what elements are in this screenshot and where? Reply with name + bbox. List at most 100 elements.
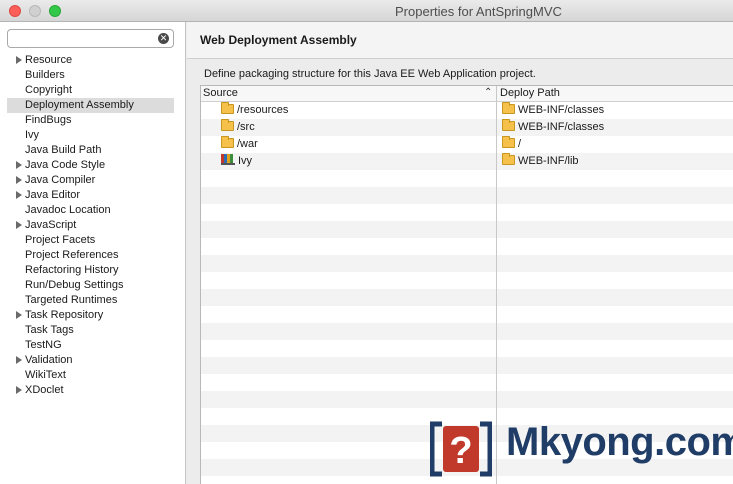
tree-item-label: Run/Debug Settings: [25, 279, 124, 291]
folder-icon: [502, 102, 515, 114]
source-cell: /resources: [221, 102, 288, 119]
table-row: [201, 187, 733, 204]
table-row: [201, 221, 733, 238]
source-text: /war: [237, 138, 258, 150]
deploy-path-text: WEB-INF/classes: [518, 104, 605, 116]
tree-item[interactable]: Task Repository: [0, 308, 185, 323]
source-text: /resources: [237, 104, 289, 116]
tree-item-label: Java Build Path: [25, 144, 102, 156]
folder-icon: [221, 102, 234, 114]
tree-item-label: Resource: [25, 54, 73, 66]
tree-item[interactable]: Javadoc Location: [0, 203, 185, 218]
tree-item[interactable]: XDoclet: [0, 383, 185, 398]
tree-item-label: Project References: [25, 249, 119, 261]
tree-item[interactable]: Validation: [0, 353, 185, 368]
tree-item[interactable]: Project Facets: [0, 233, 185, 248]
disclosure-triangle-icon[interactable]: [16, 161, 22, 169]
zoom-window-button[interactable]: [49, 5, 61, 17]
table-row: [201, 357, 733, 374]
source-cell: /src: [221, 119, 255, 136]
tree-item[interactable]: WikiText: [0, 368, 185, 383]
library-icon: [221, 154, 235, 165]
table-row[interactable]: /war /: [201, 136, 733, 153]
deploy-path-text: WEB-INF/lib: [518, 155, 579, 167]
tree-item[interactable]: JavaScript: [0, 218, 185, 233]
disclosure-triangle-icon[interactable]: [16, 221, 22, 229]
tree-item-label: XDoclet: [25, 384, 64, 396]
close-window-button[interactable]: [9, 5, 21, 17]
table-row: [201, 238, 733, 255]
tree-item[interactable]: Targeted Runtimes: [0, 293, 185, 308]
disclosure-triangle-icon[interactable]: [16, 386, 22, 394]
folder-icon: [502, 119, 515, 131]
property-page: Web Deployment Assembly Define packaging…: [187, 22, 733, 484]
tree-item[interactable]: Java Editor: [0, 188, 185, 203]
tree-item[interactable]: Java Compiler: [0, 173, 185, 188]
tree-item-label: Project Facets: [25, 234, 96, 246]
tree-item[interactable]: Java Build Path: [0, 143, 185, 158]
clear-icon[interactable]: ✕: [158, 33, 169, 44]
tree-item[interactable]: Task Tags: [0, 323, 185, 338]
table-row: [201, 255, 733, 272]
title-bar: Properties for AntSpringMVC: [0, 0, 733, 22]
tree-item-label: Targeted Runtimes: [25, 294, 118, 306]
window-title: Properties for AntSpringMVC: [395, 4, 562, 19]
tree-item[interactable]: Run/Debug Settings: [0, 278, 185, 293]
deploy-path-text: WEB-INF/classes: [518, 121, 605, 133]
page-description: Define packaging structure for this Java…: [204, 68, 536, 80]
disclosure-triangle-icon[interactable]: [16, 56, 22, 64]
tree-item[interactable]: Java Code Style: [0, 158, 185, 173]
source-cell: /war: [221, 136, 258, 153]
deploy-path-cell: WEB-INF/lib: [502, 153, 579, 170]
tree-item[interactable]: Copyright: [0, 83, 185, 98]
disclosure-triangle-icon[interactable]: [16, 176, 22, 184]
source-text: Ivy: [238, 155, 253, 167]
watermark-text: Mkyong.com: [506, 420, 733, 464]
folder-icon: [221, 119, 234, 131]
tree-item-label: Refactoring History: [25, 264, 119, 276]
tree-item[interactable]: TestNG: [0, 338, 185, 353]
table-row: [201, 306, 733, 323]
disclosure-triangle-icon[interactable]: [16, 311, 22, 319]
filter-input[interactable]: [12, 31, 152, 46]
tree-item[interactable]: Refactoring History: [0, 263, 185, 278]
table-row: [201, 340, 733, 357]
tree-item[interactable]: FindBugs: [0, 113, 185, 128]
tree-item-label: Task Repository: [25, 309, 104, 321]
table-row[interactable]: /resources WEB-INF/classes: [201, 102, 733, 119]
tree-item-label: Task Tags: [25, 324, 74, 336]
column-header-deploy-path[interactable]: Deploy Path: [500, 87, 560, 99]
tree-item-label: Java Editor: [25, 189, 81, 201]
source-text: /src: [237, 121, 255, 133]
filter-field[interactable]: ✕: [7, 29, 174, 48]
tree-item[interactable]: Builders: [0, 68, 185, 83]
folder-icon: [502, 136, 515, 148]
deploy-path-text: /: [518, 138, 522, 150]
table-row: [201, 289, 733, 306]
table-row[interactable]: Ivy WEB-INF/lib: [201, 153, 733, 170]
tree-item-label: Copyright: [25, 84, 73, 96]
tree-item[interactable]: Resource: [0, 53, 185, 68]
tree-item[interactable]: Project References: [0, 248, 185, 263]
column-header-source[interactable]: Source: [203, 87, 238, 99]
folder-icon: [221, 136, 234, 148]
tree-item-label: JavaScript: [25, 219, 77, 231]
deploy-path-cell: /: [502, 136, 521, 153]
tree-item[interactable]: Deployment Assembly: [7, 98, 174, 113]
tree-item-label: TestNG: [25, 339, 62, 351]
page-title: Web Deployment Assembly: [200, 33, 357, 47]
table-row: [201, 391, 733, 408]
table-row[interactable]: /src WEB-INF/classes: [201, 119, 733, 136]
table-row: [201, 374, 733, 391]
tree-item-label: FindBugs: [25, 114, 72, 126]
disclosure-triangle-icon[interactable]: [16, 356, 22, 364]
table-header: Source ⌃ Deploy Path: [201, 86, 733, 102]
mkyong-watermark: ? Mkyong.com: [430, 418, 733, 484]
disclosure-triangle-icon[interactable]: [16, 191, 22, 199]
tree-item-label: Ivy: [25, 129, 40, 141]
chevron-up-icon[interactable]: ⌃: [484, 87, 492, 98]
tree-item-label: WikiText: [25, 369, 66, 381]
tree-item[interactable]: Ivy: [0, 128, 185, 143]
logo-glyph: ?: [449, 430, 472, 472]
minimize-window-button[interactable]: [29, 5, 41, 17]
